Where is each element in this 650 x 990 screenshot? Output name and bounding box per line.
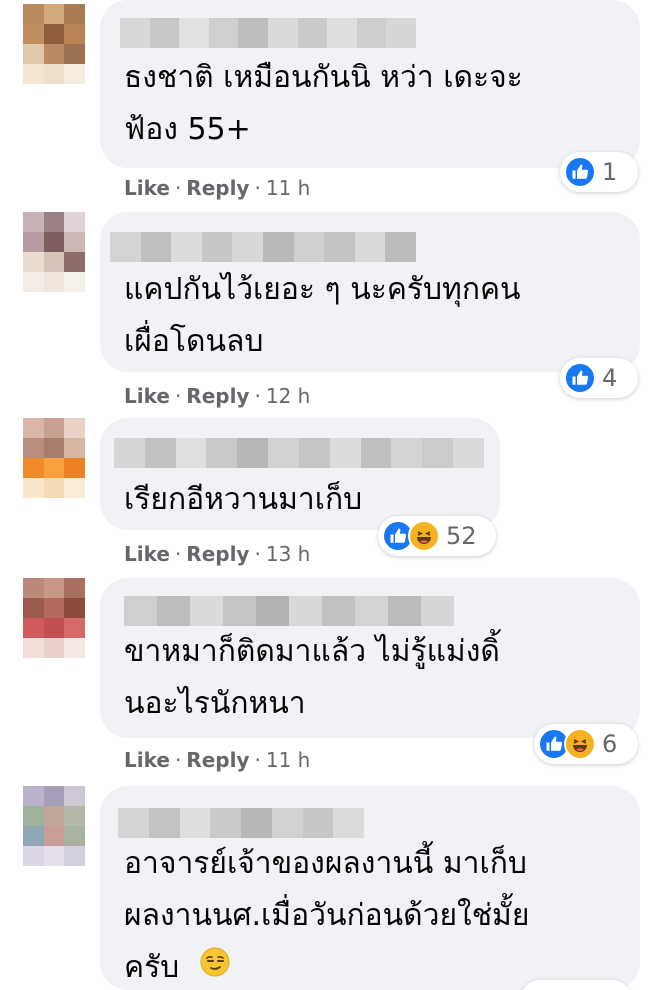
comment-text-line: ครับ bbox=[124, 942, 529, 990]
comment-text: ธงชาติ เหมือนกันนิ หว่า เดะจะ ฟ้อง 55+ bbox=[124, 52, 523, 156]
comment-text-line: นอะไรนักหนา bbox=[124, 686, 306, 721]
comment-bubble: ขาหมาก็ติดมาแล้ว ไม่รู้แม่งดิ้ นอะไรนักห… bbox=[100, 578, 640, 738]
comment-text-line: ฟ้อง 55+ bbox=[124, 112, 251, 147]
reaction-count: 6 bbox=[602, 730, 618, 758]
comment-text: ขาหมาก็ติดมาแล้ว ไม่รู้แม่งดิ้ นอะไรนักห… bbox=[124, 626, 500, 730]
timestamp[interactable]: 13 h bbox=[266, 542, 310, 566]
like-link[interactable]: Like bbox=[124, 384, 170, 408]
comment-text-line: ขาหมาก็ติดมาแล้ว ไม่รู้แม่งดิ้ bbox=[124, 634, 500, 669]
author-name[interactable] bbox=[120, 18, 416, 48]
comment-bubble: อาจารย์เจ้าของผลงานนี้ มาเก็บ ผลงานนศ.เม… bbox=[100, 786, 640, 990]
comment-actions: Like · Reply · 12 h bbox=[124, 384, 311, 408]
comment-text-line: แคปกันไว้เยอะ ๆ นะครับทุกคน bbox=[124, 272, 521, 307]
haha-icon bbox=[408, 520, 440, 552]
reaction-count: 52 bbox=[446, 522, 477, 550]
comment-bubble: แคปกันไว้เยอะ ๆ นะครับทุกคน เผื่อโดนลบ bbox=[100, 212, 640, 372]
reaction-summary[interactable]: 4 bbox=[560, 358, 638, 398]
reaction-summary[interactable]: 6 bbox=[534, 724, 638, 764]
comment-actions: Like · Reply · 11 h bbox=[124, 176, 311, 200]
haha-icon bbox=[564, 728, 596, 760]
comment-text-line: เรียกอีหวานมาเก็บ bbox=[124, 482, 363, 517]
like-link[interactable]: Like bbox=[124, 748, 170, 772]
timestamp[interactable]: 11 h bbox=[266, 176, 310, 200]
comment-bubble: ธงชาติ เหมือนกันนิ หว่า เดะจะ ฟ้อง 55+ bbox=[100, 0, 640, 168]
comment-text: อาจารย์เจ้าของผลงานนี้ มาเก็บ ผลงานนศ.เม… bbox=[124, 838, 529, 990]
author-name[interactable] bbox=[118, 808, 364, 838]
author-name[interactable] bbox=[110, 232, 416, 262]
avatar[interactable] bbox=[23, 212, 85, 292]
comment-text-line: เผื่อโดนลบ bbox=[124, 324, 264, 359]
timestamp[interactable]: 11 h bbox=[266, 748, 310, 772]
avatar[interactable] bbox=[23, 786, 85, 866]
comment-text-line: ผลงานนศ.เมื่อวันก่อนด้วยใช่มั้ย bbox=[124, 898, 530, 933]
comment-actions: Like · Reply · 11 h bbox=[124, 748, 311, 772]
reply-link[interactable]: Reply bbox=[186, 384, 249, 408]
smirk-emoji-icon bbox=[199, 943, 231, 990]
comment-actions: Like · Reply · 13 h bbox=[124, 542, 311, 566]
reply-link[interactable]: Reply bbox=[186, 542, 249, 566]
reaction-count: 1 bbox=[602, 158, 618, 186]
reaction-summary[interactable]: 1 bbox=[560, 152, 638, 192]
reaction-summary[interactable]: 52 bbox=[378, 516, 496, 556]
author-name[interactable] bbox=[124, 596, 454, 626]
reaction-count: 4 bbox=[602, 364, 618, 392]
comment-thread: ธงชาติ เหมือนกันนิ หว่า เดะจะ ฟ้อง 55+ 1… bbox=[0, 0, 650, 990]
timestamp[interactable]: 12 h bbox=[266, 384, 310, 408]
reaction-summary[interactable] bbox=[520, 980, 632, 990]
comment-text: เรียกอีหวานมาเก็บ bbox=[124, 474, 362, 526]
comment-text-line: อาจารย์เจ้าของผลงานนี้ มาเก็บ bbox=[124, 846, 527, 881]
avatar[interactable] bbox=[23, 4, 85, 84]
reply-link[interactable]: Reply bbox=[186, 176, 249, 200]
author-name[interactable] bbox=[114, 438, 484, 468]
like-icon bbox=[564, 156, 596, 188]
like-link[interactable]: Like bbox=[124, 176, 170, 200]
like-link[interactable]: Like bbox=[124, 542, 170, 566]
avatar[interactable] bbox=[23, 418, 85, 498]
comment-bubble: เรียกอีหวานมาเก็บ bbox=[100, 418, 500, 530]
reply-link[interactable]: Reply bbox=[186, 748, 249, 772]
like-icon bbox=[564, 362, 596, 394]
comment-text: แคปกันไว้เยอะ ๆ นะครับทุกคน เผื่อโดนลบ bbox=[124, 264, 521, 368]
avatar[interactable] bbox=[23, 578, 85, 658]
comment-text-line: ธงชาติ เหมือนกันนิ หว่า เดะจะ bbox=[124, 60, 523, 95]
comment-text-line-text: ครับ bbox=[124, 950, 180, 985]
